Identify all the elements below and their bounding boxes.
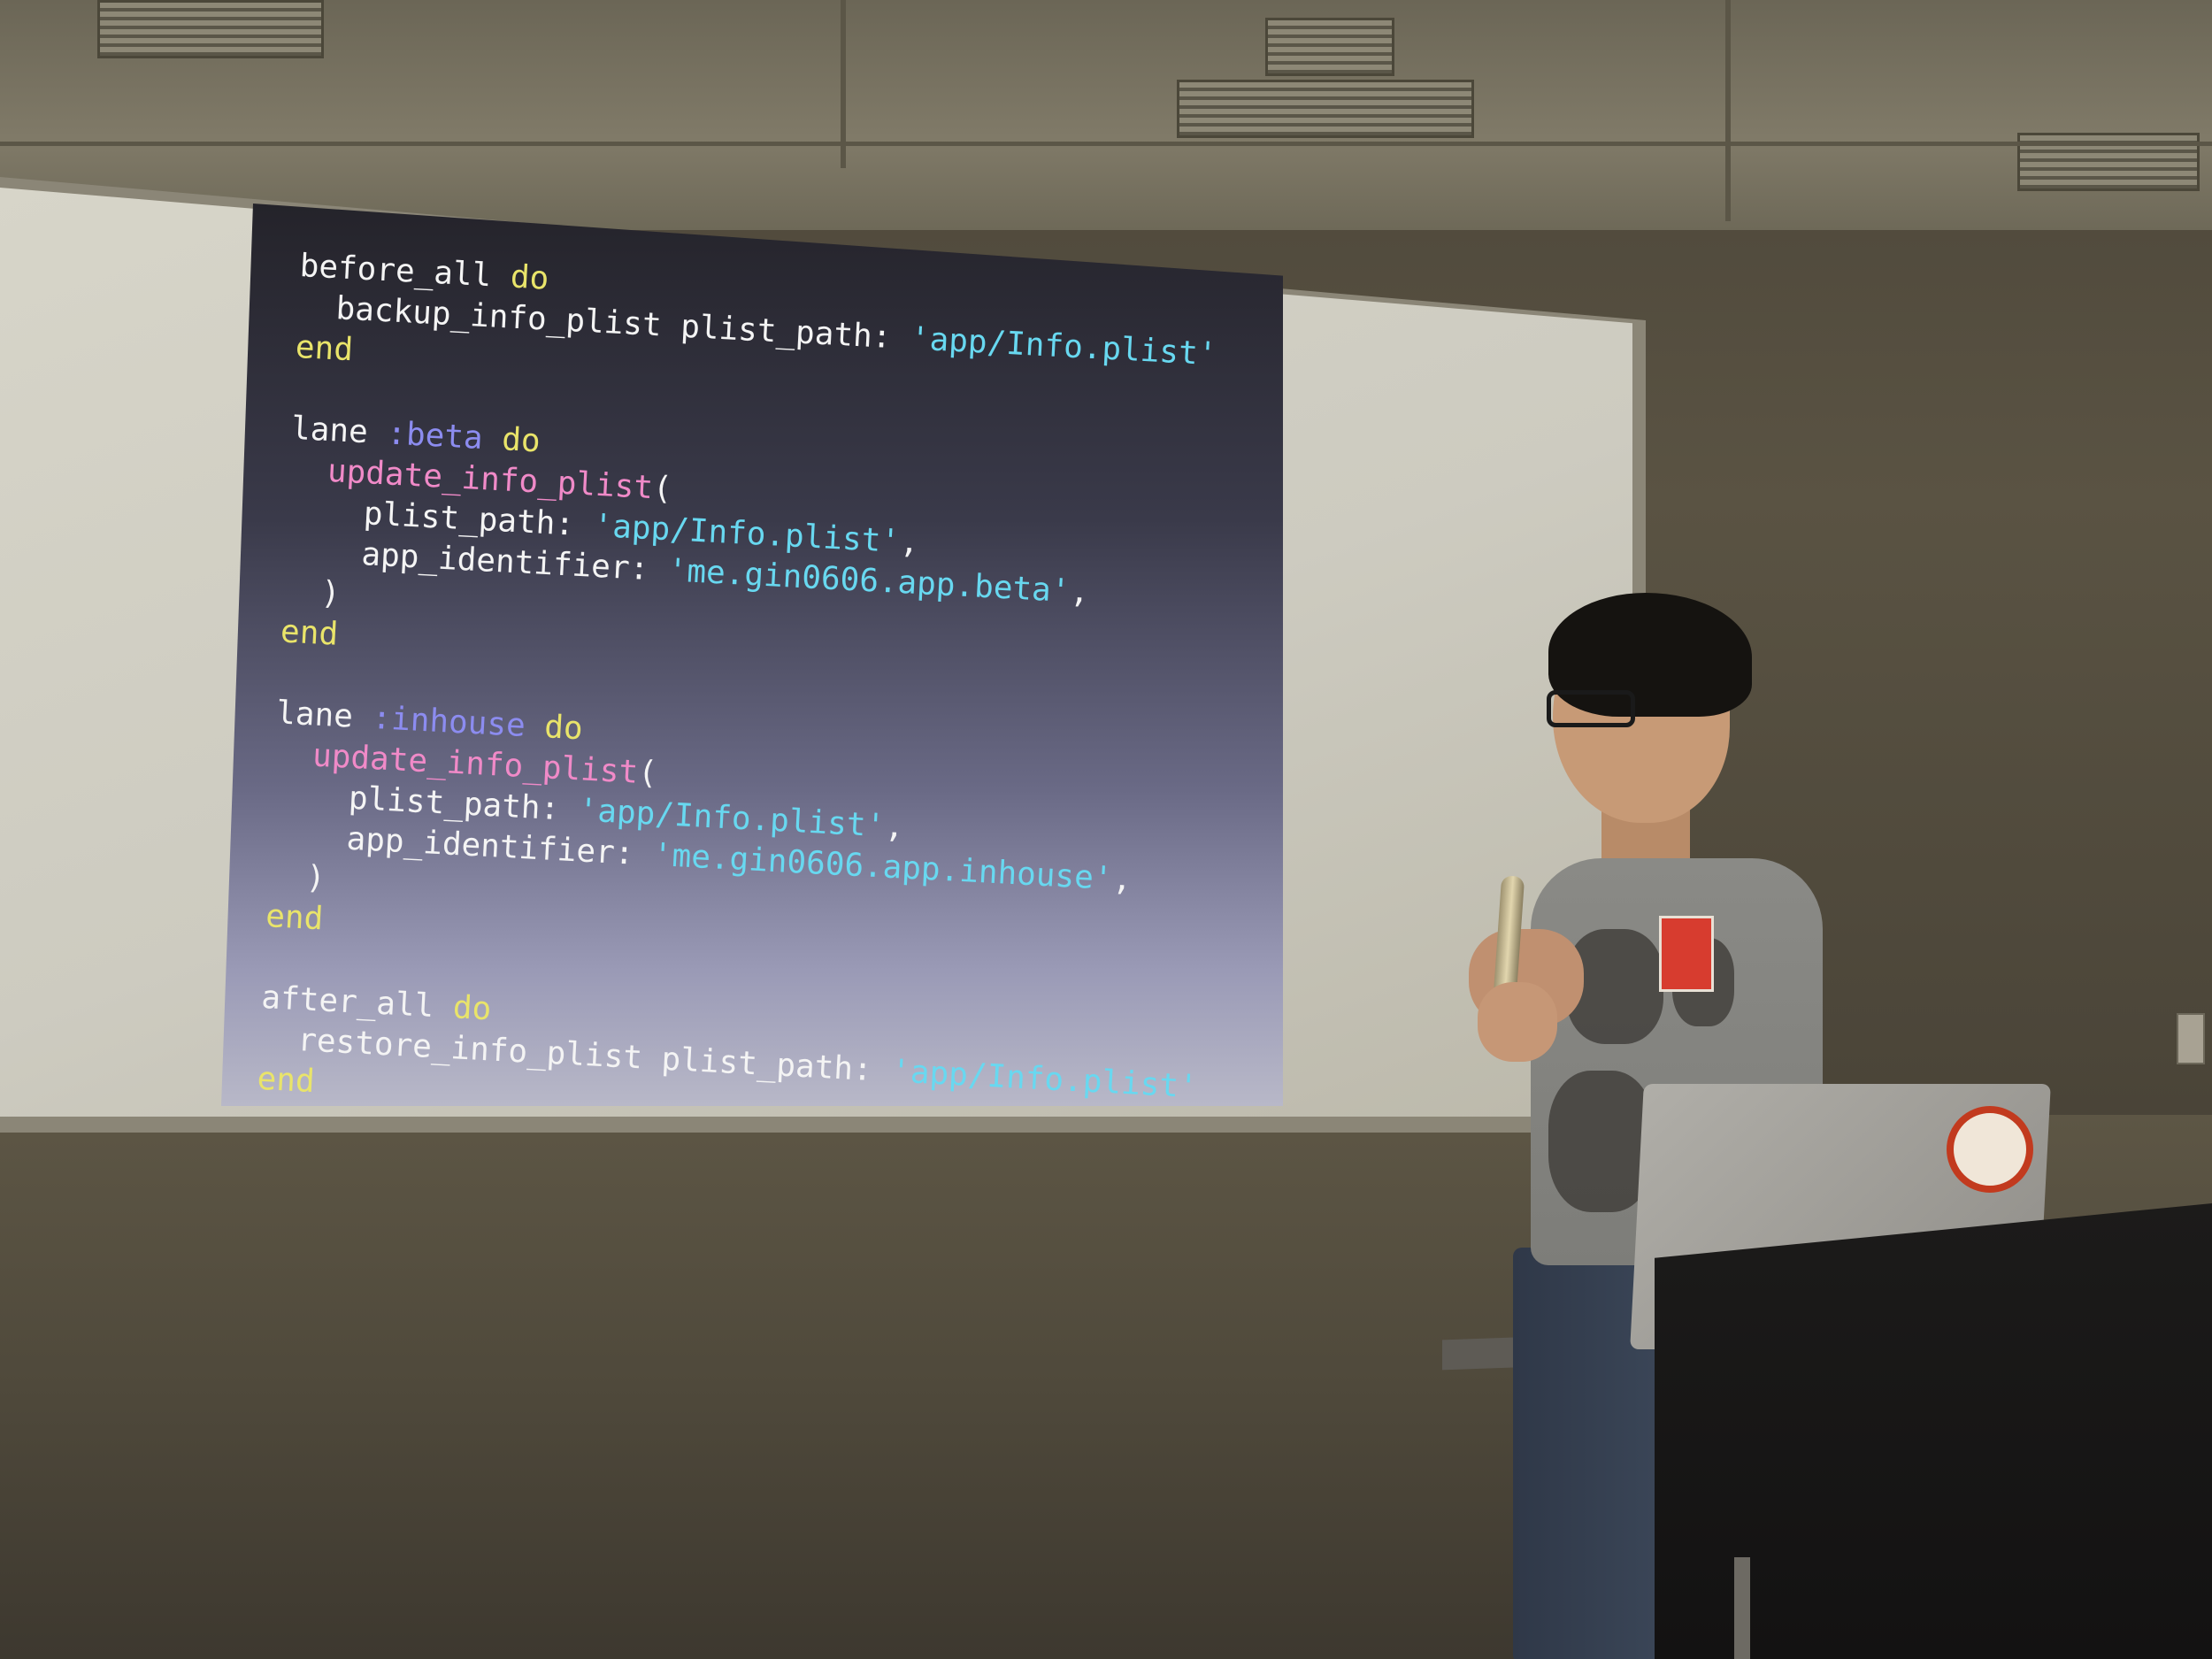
code-token: before_all bbox=[298, 247, 493, 295]
code-token: , bbox=[1069, 573, 1091, 611]
ceiling-vent bbox=[1265, 18, 1394, 76]
code-token: lane bbox=[275, 695, 373, 736]
code-token: ( bbox=[651, 470, 673, 508]
code-token: do bbox=[481, 420, 541, 460]
ceiling bbox=[0, 0, 2212, 230]
code-token: after_all bbox=[260, 979, 435, 1025]
presenter-hand bbox=[1478, 982, 1557, 1062]
code-token: do bbox=[490, 257, 550, 297]
code-token: ) bbox=[266, 857, 326, 897]
photo-scene: before_all do backup_info_plist plist_pa… bbox=[0, 0, 2212, 1659]
code-token: end bbox=[294, 328, 355, 369]
wall-outlet bbox=[2177, 1013, 2205, 1064]
code-token: end bbox=[256, 1060, 316, 1101]
ceiling-seam bbox=[0, 142, 2212, 146]
name-badge bbox=[1659, 916, 1714, 992]
code-token: end bbox=[265, 897, 325, 938]
code-token: :beta bbox=[386, 415, 484, 457]
podium-leg bbox=[1734, 1557, 1750, 1659]
ceiling-seam bbox=[1725, 0, 1731, 221]
laptop-sticker bbox=[1947, 1106, 2033, 1193]
apple-logo-icon bbox=[1809, 1186, 1863, 1239]
code-token: , bbox=[898, 523, 920, 561]
code-token: lane bbox=[290, 410, 388, 452]
ceiling-vent bbox=[97, 0, 324, 58]
code-token: , bbox=[1111, 861, 1133, 899]
code-token: :inhouse bbox=[371, 699, 526, 744]
code-token: end bbox=[280, 613, 340, 653]
code-token: do bbox=[433, 988, 493, 1028]
code-token: ) bbox=[281, 572, 342, 612]
slide-code-block: before_all do backup_info_plist plist_pa… bbox=[256, 246, 1272, 1150]
code-token: , bbox=[884, 808, 905, 846]
ceiling-vent bbox=[1177, 80, 1474, 138]
presenter-glasses bbox=[1547, 690, 1635, 727]
code-token: do bbox=[524, 708, 584, 748]
code-token: ( bbox=[637, 754, 658, 792]
